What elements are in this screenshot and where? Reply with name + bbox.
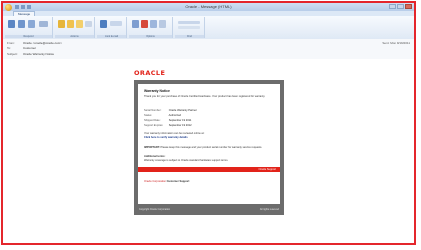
move-icon[interactable] [67,20,74,28]
ribbon-group-label: Respond [5,35,52,38]
sent-date: Sent: Mon 9/19/2011 [382,41,410,45]
outlook-window: Oracle - Message (HTML) Message Respond … [1,1,416,245]
reply-icon[interactable] [8,20,15,28]
title-bar: Oracle - Message (HTML) [3,3,414,11]
block-sender-icon[interactable] [100,20,107,28]
categorize-icon[interactable] [132,20,139,28]
detail-value: Oracle Warranty Partner [168,109,197,112]
delete-icon[interactable] [58,20,65,28]
note-label: IMPORTANT: [144,146,160,149]
important-note: IMPORTANT: Please keep this message and … [144,146,274,149]
message-body: ORACLE Warranty Notice Thank you for you… [3,59,414,243]
detail-label: Status: [144,114,153,117]
detail-row: Support Expires: September 19 2012 [144,124,192,127]
extra-text: Warranty coverage is subject to Oracle s… [144,159,229,162]
signoff: Oracle Corporation Customer Support [144,180,274,183]
subject-value: Oracle Warranty Notice [23,52,55,56]
message-header: From: Oracle <oracle@oracle.com> To: Cus… [3,39,414,60]
to-label: To: [7,46,12,50]
detail-value: Authorized [168,114,181,117]
detail-row: Shipped Date: September 19 2011 [144,119,191,122]
note-text: Please keep this message and your produc… [160,146,263,149]
email-footer: Copyright Oracle Corporation All rights … [138,206,280,213]
signoff-company: Oracle Corporation [144,180,166,183]
email-title: Warranty Notice [144,89,170,93]
ribbon: Respond Actions Junk E-mail Options Find [3,16,414,40]
close-button[interactable] [405,4,412,9]
from-label: From: [7,41,15,45]
maximize-button[interactable] [397,4,404,9]
to-value[interactable]: Customer [23,46,36,50]
oracle-logo: ORACLE [134,69,166,77]
related-icon[interactable] [178,26,200,29]
ribbon-group-label: Options [129,35,172,38]
ribbon-group-label: Junk E-mail [97,35,126,38]
forward-icon[interactable] [28,20,35,28]
detail-value: September 19 2011 [168,119,192,122]
detail-label: Serial Number: [144,109,162,112]
minimize-button[interactable] [389,4,396,9]
ribbon-group-label: Actions [55,35,94,38]
other-actions-icon[interactable] [85,21,92,27]
email-card: Warranty Notice Thank you for your purch… [134,80,284,215]
ribbon-group-respond: Respond [5,17,53,38]
email-card-content: Warranty Notice Thank you for your purch… [138,84,280,204]
detail-label: Support Expires: [144,124,164,127]
subject-label: Subject: [7,52,18,56]
ribbon-group-options: Options [129,17,173,38]
window-controls [389,4,412,9]
follow-up-flag-icon[interactable] [141,20,148,28]
detail-row: Serial Number: Oracle Warranty Partner [144,109,197,112]
detail-row: Status: Authorized [144,114,181,117]
ribbon-group-label: Find [175,35,204,38]
not-junk-icon[interactable] [110,21,122,26]
ribbon-group-find: Find [175,17,205,38]
detail-value: September 19 2012 [168,124,192,127]
more-respond-icon[interactable] [39,21,48,27]
footer-left: Copyright Oracle Corporation [139,208,171,211]
from-value[interactable]: Oracle <oracle@oracle.com> [23,41,62,45]
mark-unread-icon[interactable] [150,20,157,28]
ribbon-group-actions: Actions [55,17,95,38]
ribbon-group-junk: Junk E-mail [97,17,127,38]
detail-label: Shipped Date: [144,119,161,122]
window-title: Oracle - Message (HTML) [185,4,232,9]
options-icon[interactable] [159,20,166,28]
intro-paragraph: Thank you for your purchase of Oracle Ce… [144,95,266,98]
extra-label: Additional terms: [144,155,166,158]
find-icon[interactable] [178,21,200,24]
link-intro: Your warranty information can be reviewe… [144,132,205,135]
signoff-team: Customer Support [166,180,190,183]
create-rule-icon[interactable] [76,20,83,28]
reply-all-icon[interactable] [18,20,25,28]
warranty-link[interactable]: Click here to verify warranty details [144,136,274,139]
red-banner: Oracle Support [138,167,280,172]
footer-right: All rights reserved [259,208,279,211]
